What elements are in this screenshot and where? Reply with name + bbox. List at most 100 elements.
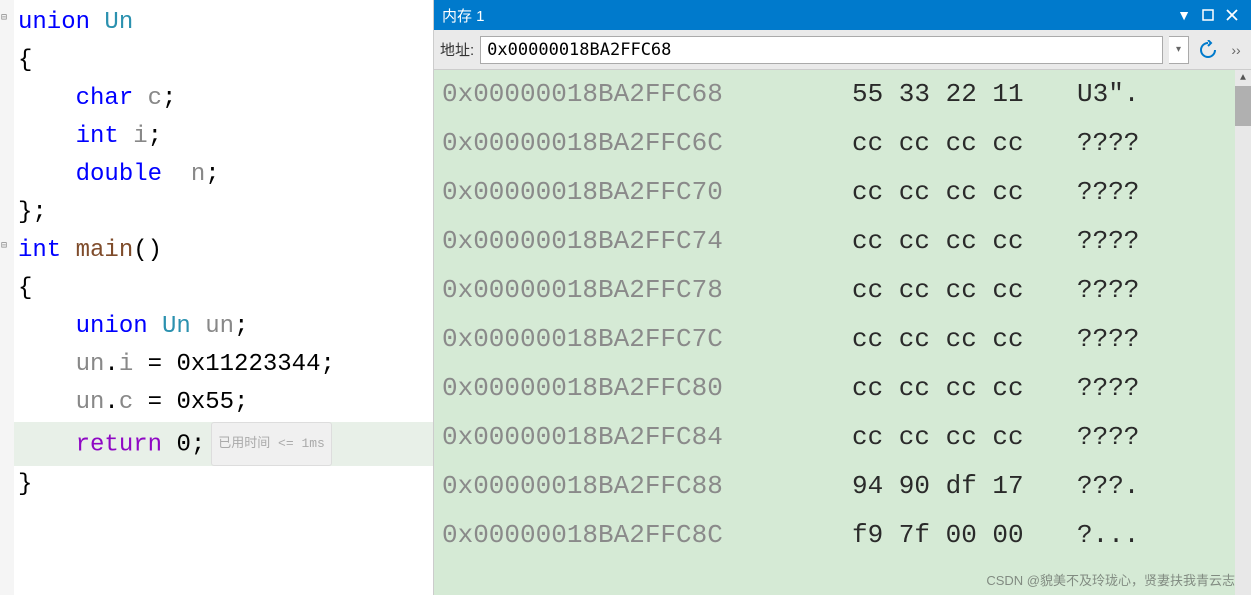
code-token: c [119,389,133,416]
perf-hint: 已用时间 <= 1ms [211,422,332,466]
code-editor-pane[interactable]: ⊟⊟ union Un{ char c; int i; double n;};i… [0,0,434,595]
memory-toolbar: 地址: ▾ ›› [434,30,1251,70]
code-token: } [18,471,32,498]
memory-address: 0x00000018BA2FFC74 [442,217,852,266]
code-token [18,85,76,112]
code-token: union [76,313,162,340]
code-token: = 0x55; [133,389,248,416]
memory-row[interactable]: 0x00000018BA2FFC8Cf9 7f 00 00?... [434,511,1251,560]
memory-hex: cc cc cc cc [852,266,1077,315]
code-token: un [76,389,105,416]
fold-icon[interactable]: ⊟ [1,12,7,24]
code-token [18,313,76,340]
memory-ascii: ???? [1077,364,1139,413]
fold-icon[interactable]: ⊟ [1,240,7,252]
memory-row[interactable]: 0x00000018BA2FFC74cc cc cc cc???? [434,217,1251,266]
refresh-icon[interactable] [1195,37,1221,63]
code-token [18,389,76,416]
address-label: 地址: [440,39,474,60]
memory-address: 0x00000018BA2FFC68 [442,70,852,119]
memory-body[interactable]: 0x00000018BA2FFC6855 33 22 11U3".0x00000… [434,70,1251,595]
scrollbar-thumb[interactable] [1235,86,1251,126]
memory-hex: cc cc cc cc [852,413,1077,462]
memory-row[interactable]: 0x00000018BA2FFC84cc cc cc cc???? [434,413,1251,462]
memory-hex: cc cc cc cc [852,217,1077,266]
memory-row[interactable]: 0x00000018BA2FFC6855 33 22 11U3". [434,70,1251,119]
code-line[interactable]: { [14,42,433,80]
code-token: i [119,351,133,378]
code-token: Un [162,313,205,340]
code-token: ; [148,123,162,150]
code-line[interactable]: int main() [14,232,433,270]
memory-row[interactable]: 0x00000018BA2FFC7Ccc cc cc cc???? [434,315,1251,364]
scroll-up-icon[interactable]: ▲ [1235,70,1251,86]
code-token: () [133,237,162,264]
memory-ascii: ???? [1077,217,1139,266]
memory-hex: cc cc cc cc [852,364,1077,413]
code-line[interactable]: }; [14,194,433,232]
code-token: un [76,351,105,378]
code-token: i [133,123,147,150]
memory-ascii: ?... [1077,511,1139,560]
code-token: char [76,85,148,112]
code-token: union [18,9,104,36]
code-token: return [76,431,177,458]
code-line[interactable]: un.c = 0x55; [14,384,433,422]
maximize-icon[interactable] [1197,4,1219,26]
window-dropdown-icon[interactable]: ▼ [1173,4,1195,26]
memory-row[interactable]: 0x00000018BA2FFC70cc cc cc cc???? [434,168,1251,217]
overflow-icon[interactable]: ›› [1227,42,1245,58]
code-line[interactable]: return 0;已用时间 <= 1ms [14,422,433,466]
code-line[interactable]: int i; [14,118,433,156]
code-token: }; [18,199,47,226]
memory-ascii: ???? [1077,119,1139,168]
code-token: ; [234,313,248,340]
code-token: ; [205,161,219,188]
address-input[interactable] [480,36,1163,64]
code-gutter: ⊟⊟ [0,0,14,595]
memory-title: 内存 1 [442,5,1171,26]
code-token: 0; [176,431,205,458]
memory-hex: 94 90 df 17 [852,462,1077,511]
memory-address: 0x00000018BA2FFC88 [442,462,852,511]
code-token: = 0x11223344; [133,351,335,378]
memory-address: 0x00000018BA2FFC8C [442,511,852,560]
memory-hex: cc cc cc cc [852,119,1077,168]
memory-row[interactable]: 0x00000018BA2FFC80cc cc cc cc???? [434,364,1251,413]
code-token [18,351,76,378]
code-line[interactable]: } [14,466,433,504]
memory-ascii: U3". [1077,70,1139,119]
code-token: { [18,47,32,74]
memory-address: 0x00000018BA2FFC80 [442,364,852,413]
address-dropdown-icon[interactable]: ▾ [1169,36,1189,64]
memory-address: 0x00000018BA2FFC78 [442,266,852,315]
code-token: main [76,237,134,264]
code-token: c [148,85,162,112]
code-line[interactable]: double n; [14,156,433,194]
memory-ascii: ???? [1077,266,1139,315]
code-token [18,161,76,188]
code-line[interactable]: union Un [14,4,433,42]
memory-ascii: ???? [1077,315,1139,364]
code-line[interactable]: char c; [14,80,433,118]
code-token: { [18,275,32,302]
code-token: int [18,237,76,264]
code-line[interactable]: { [14,270,433,308]
memory-ascii: ???? [1077,413,1139,462]
code-token: un [205,313,234,340]
memory-row[interactable]: 0x00000018BA2FFC8894 90 df 17???. [434,462,1251,511]
memory-row[interactable]: 0x00000018BA2FFC6Ccc cc cc cc???? [434,119,1251,168]
code-line[interactable]: union Un un; [14,308,433,346]
code-token: . [104,351,118,378]
close-icon[interactable] [1221,4,1243,26]
memory-titlebar[interactable]: 内存 1 ▼ [434,0,1251,30]
code-token: n [191,161,205,188]
memory-window: 内存 1 ▼ 地址: ▾ ›› 0x00000018BA2FFC6855 33 … [434,0,1251,595]
vertical-scrollbar[interactable]: ▲ [1235,70,1251,595]
code-line[interactable]: un.i = 0x11223344; [14,346,433,384]
code-token: int [76,123,134,150]
memory-row[interactable]: 0x00000018BA2FFC78cc cc cc cc???? [434,266,1251,315]
memory-hex: cc cc cc cc [852,315,1077,364]
memory-hex: cc cc cc cc [852,168,1077,217]
code-token [18,431,76,458]
